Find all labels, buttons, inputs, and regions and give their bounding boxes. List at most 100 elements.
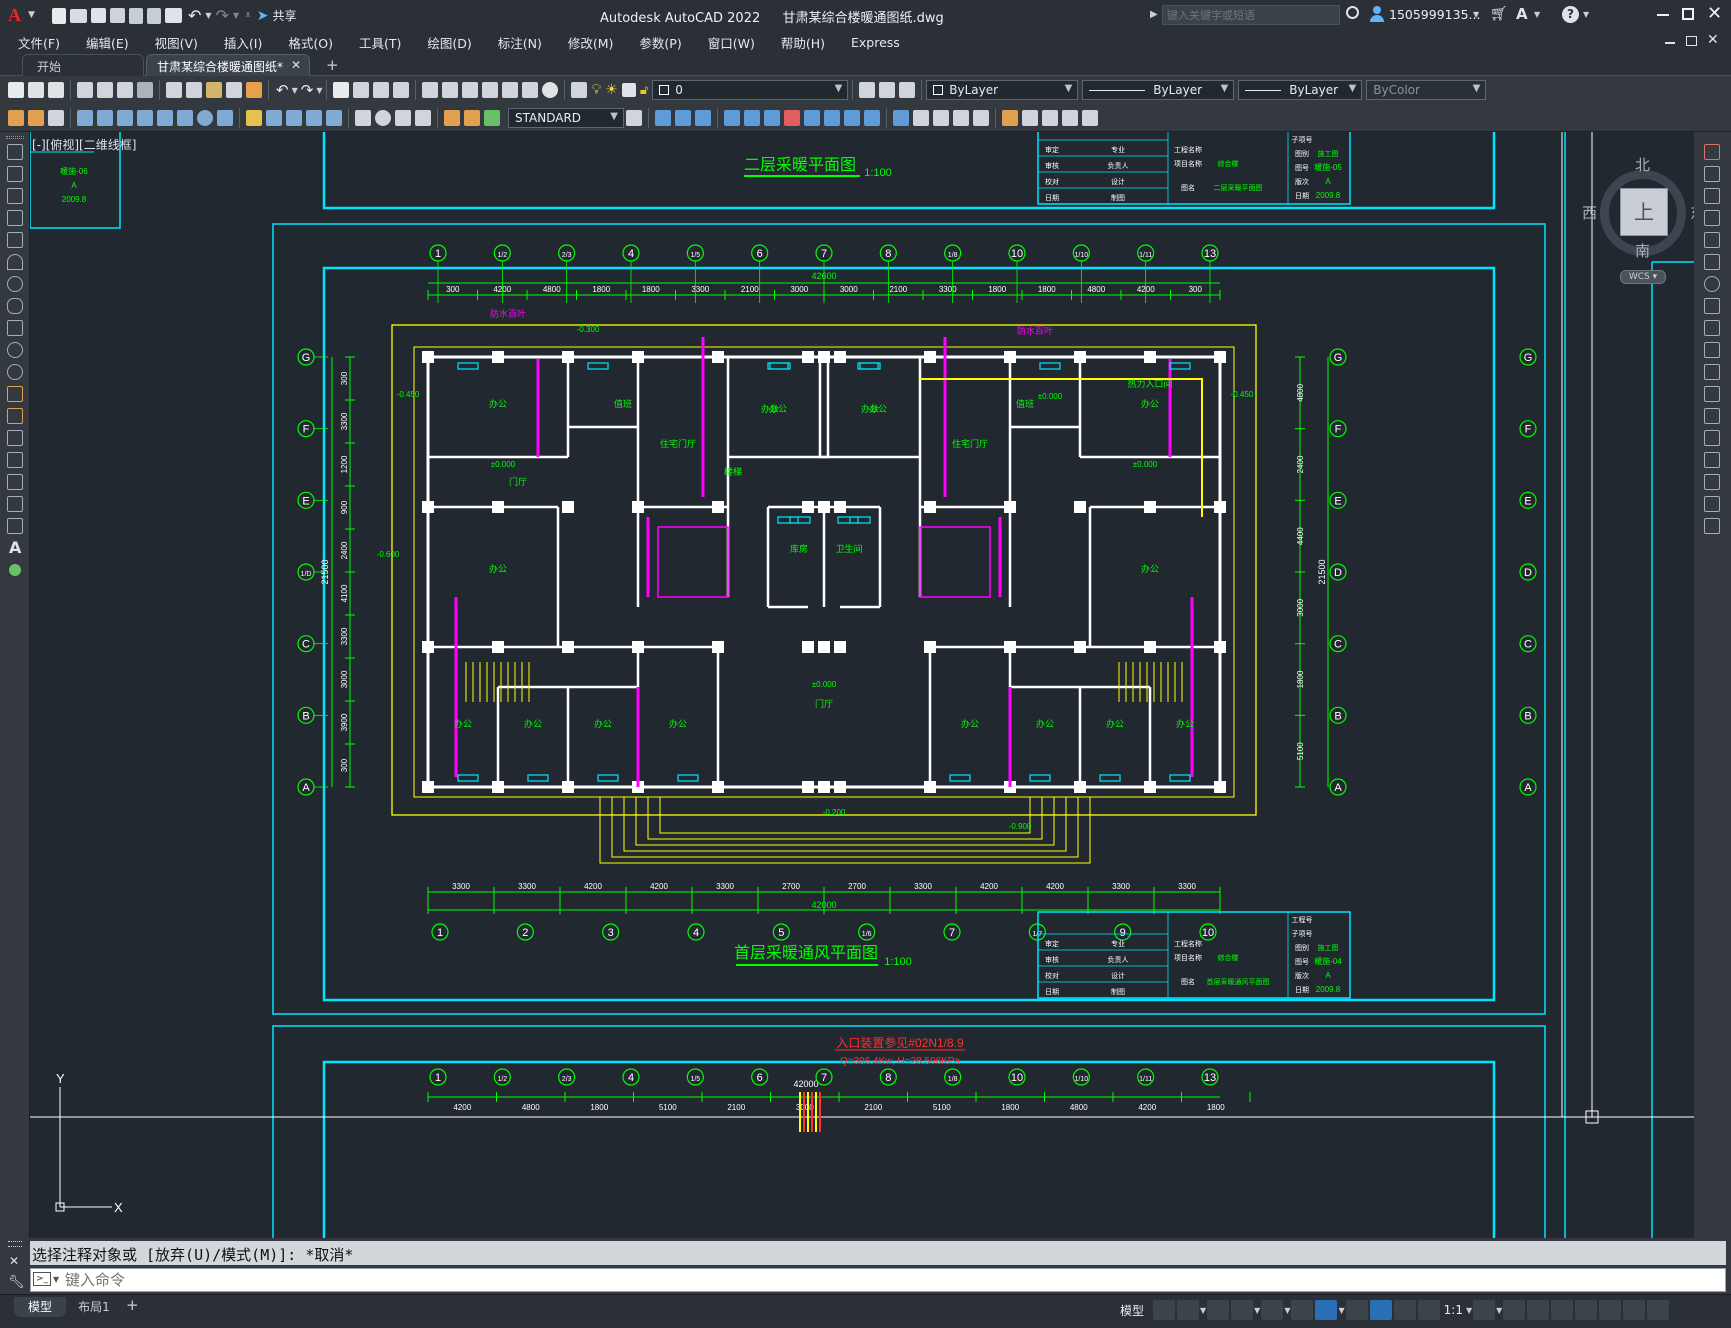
polygon-icon[interactable] xyxy=(7,210,23,226)
mirror-icon[interactable] xyxy=(695,109,711,126)
plotstyle-dropdown[interactable]: ByColor ▼ xyxy=(1366,80,1487,100)
dim-text-edit-icon[interactable] xyxy=(464,109,480,126)
rotate-icon[interactable] xyxy=(784,109,800,126)
spline-edit-icon[interactable] xyxy=(1062,109,1078,126)
view-cube-face[interactable]: 上 xyxy=(1620,188,1668,236)
undo-tb-icon[interactable]: ↶ xyxy=(276,81,289,99)
app-logo-icon[interactable]: A xyxy=(8,5,26,25)
redo-tb-dropdown-icon[interactable]: ▼ xyxy=(316,86,322,95)
dim-space-icon[interactable] xyxy=(306,109,322,126)
open-icon[interactable] xyxy=(28,82,44,98)
markup-icon[interactable] xyxy=(502,82,519,98)
customize-icon[interactable] xyxy=(1647,1300,1670,1320)
extend-right-icon[interactable] xyxy=(1704,364,1720,380)
menu-file[interactable]: 文件(F) xyxy=(0,33,73,52)
doc-restore-button[interactable] xyxy=(1686,36,1697,46)
scale-right-icon[interactable] xyxy=(1704,298,1720,314)
new-file-icon[interactable] xyxy=(52,7,66,24)
redo-tb-icon[interactable]: ↷ xyxy=(301,81,314,99)
tolerance-icon[interactable] xyxy=(355,109,371,126)
rectangle-icon[interactable] xyxy=(7,232,23,248)
auto-scale-icon[interactable] xyxy=(1393,1300,1416,1320)
tool-palettes-icon[interactable] xyxy=(462,82,479,98)
circle-icon[interactable] xyxy=(7,276,23,292)
arc-length-icon[interactable] xyxy=(117,109,133,126)
save-icon[interactable] xyxy=(91,8,106,23)
chamfer-icon[interactable] xyxy=(933,109,949,126)
tab-drawing[interactable]: 甘肃某综合楼暖通图纸* ✕ xyxy=(146,54,310,77)
move-icon[interactable] xyxy=(764,109,780,126)
insert-block-icon[interactable] xyxy=(7,386,23,402)
autodesk-dropdown-icon[interactable]: ▼ xyxy=(1534,10,1540,19)
extend-icon[interactable] xyxy=(864,109,880,126)
line-icon[interactable] xyxy=(7,144,23,160)
text-mask-icon[interactable] xyxy=(48,109,64,126)
quick-dim-icon[interactable] xyxy=(246,109,262,126)
workspace-dropdown-icon[interactable]: ▼ xyxy=(1496,1306,1502,1315)
rotate-right-icon[interactable] xyxy=(1704,276,1720,292)
polyline-icon[interactable] xyxy=(7,188,23,204)
pan-icon[interactable] xyxy=(333,82,350,98)
erase-icon[interactable] xyxy=(655,109,671,126)
region-icon[interactable] xyxy=(7,496,23,512)
text-style-dropdown[interactable]: STANDARD ▼ xyxy=(508,107,624,128)
doc-minimize-button[interactable] xyxy=(1665,42,1675,44)
lineweight-icon[interactable] xyxy=(1345,1300,1368,1320)
draw-order-icon[interactable] xyxy=(8,109,24,126)
annotation-scale-value[interactable]: 1:1 xyxy=(1444,1303,1463,1317)
gradient-icon[interactable] xyxy=(7,474,23,490)
make-block-icon[interactable] xyxy=(7,408,23,424)
dim-update-icon[interactable] xyxy=(484,109,500,126)
polyline-edit-icon[interactable] xyxy=(1042,109,1058,126)
command-input-box[interactable]: >_ ▼ xyxy=(30,1268,1726,1292)
doc-close-button[interactable]: ✕ xyxy=(1707,32,1719,48)
explode-right-icon[interactable] xyxy=(1704,518,1720,534)
menu-edit[interactable]: 编辑(E) xyxy=(73,33,142,52)
lineweight-dropdown[interactable]: ByLayer ▼ xyxy=(1238,80,1363,100)
object-snap-icon[interactable] xyxy=(1315,1300,1338,1320)
command-close-icon[interactable]: ✕ xyxy=(9,1254,19,1268)
question-icon[interactable]: ? xyxy=(1562,6,1579,23)
erase-right-icon[interactable] xyxy=(1704,144,1720,160)
units-icon[interactable] xyxy=(1527,1300,1550,1320)
layer-lock-icon[interactable]: 🔓︎ xyxy=(640,83,648,98)
stretch-right-icon[interactable] xyxy=(1704,320,1720,336)
menu-draw[interactable]: 绘图(D) xyxy=(414,33,484,52)
linear-dim-icon[interactable] xyxy=(77,109,93,126)
text-frame-icon[interactable] xyxy=(28,109,44,126)
quickcalc-icon[interactable] xyxy=(522,82,539,98)
annotation-scale-icon[interactable] xyxy=(1417,1300,1440,1320)
hatch-icon[interactable] xyxy=(7,452,23,468)
offset-icon[interactable] xyxy=(724,109,740,126)
copy-right-icon[interactable] xyxy=(1704,166,1720,182)
user-dropdown-icon[interactable]: ▼ xyxy=(1473,10,1479,19)
menu-format[interactable]: 格式(O) xyxy=(275,33,346,52)
break-right-icon[interactable] xyxy=(1704,408,1720,424)
radius-dim-icon[interactable] xyxy=(157,109,173,126)
linetype-dropdown[interactable]: ByLayer ▼ xyxy=(1082,80,1235,100)
isodraft-icon[interactable] xyxy=(1261,1300,1284,1320)
snap-icon[interactable] xyxy=(1177,1300,1200,1320)
drawing-canvas[interactable]: [-][俯视][二维线框] 42600 300 4200 4800 1800 1800 33… xyxy=(30,132,1694,1238)
minimize-button[interactable] xyxy=(1657,14,1669,16)
stretch-icon[interactable] xyxy=(824,109,840,126)
revision-cloud-icon[interactable] xyxy=(7,298,23,314)
undo-dropdown-icon[interactable]: ▼ xyxy=(205,11,211,20)
tab-close-icon[interactable]: ✕ xyxy=(291,58,301,72)
tab-layout1[interactable]: 布局1 xyxy=(68,1297,120,1317)
menu-modify[interactable]: 修改(M) xyxy=(555,33,627,52)
customize-qat-icon[interactable]: ⩡ xyxy=(245,10,251,21)
layer-freeze-icon[interactable]: ☀ xyxy=(605,82,618,98)
inspect-icon[interactable] xyxy=(395,109,411,126)
command-grip[interactable] xyxy=(8,1241,22,1247)
menu-view[interactable]: 视图(V) xyxy=(142,33,211,52)
osnap-dropdown-icon[interactable]: ▼ xyxy=(1338,1306,1344,1315)
array-right-icon[interactable] xyxy=(1704,232,1720,248)
isolate-objects-icon[interactable] xyxy=(1599,1300,1622,1320)
continue-dim-icon[interactable] xyxy=(286,109,302,126)
grid-icon[interactable] xyxy=(1153,1300,1176,1320)
snap-dropdown-icon[interactable]: ▼ xyxy=(1200,1306,1206,1315)
model-space-button[interactable]: 模型 xyxy=(1120,1302,1144,1319)
fillet-right-icon[interactable] xyxy=(1704,474,1720,490)
copy-icon[interactable] xyxy=(186,82,202,98)
